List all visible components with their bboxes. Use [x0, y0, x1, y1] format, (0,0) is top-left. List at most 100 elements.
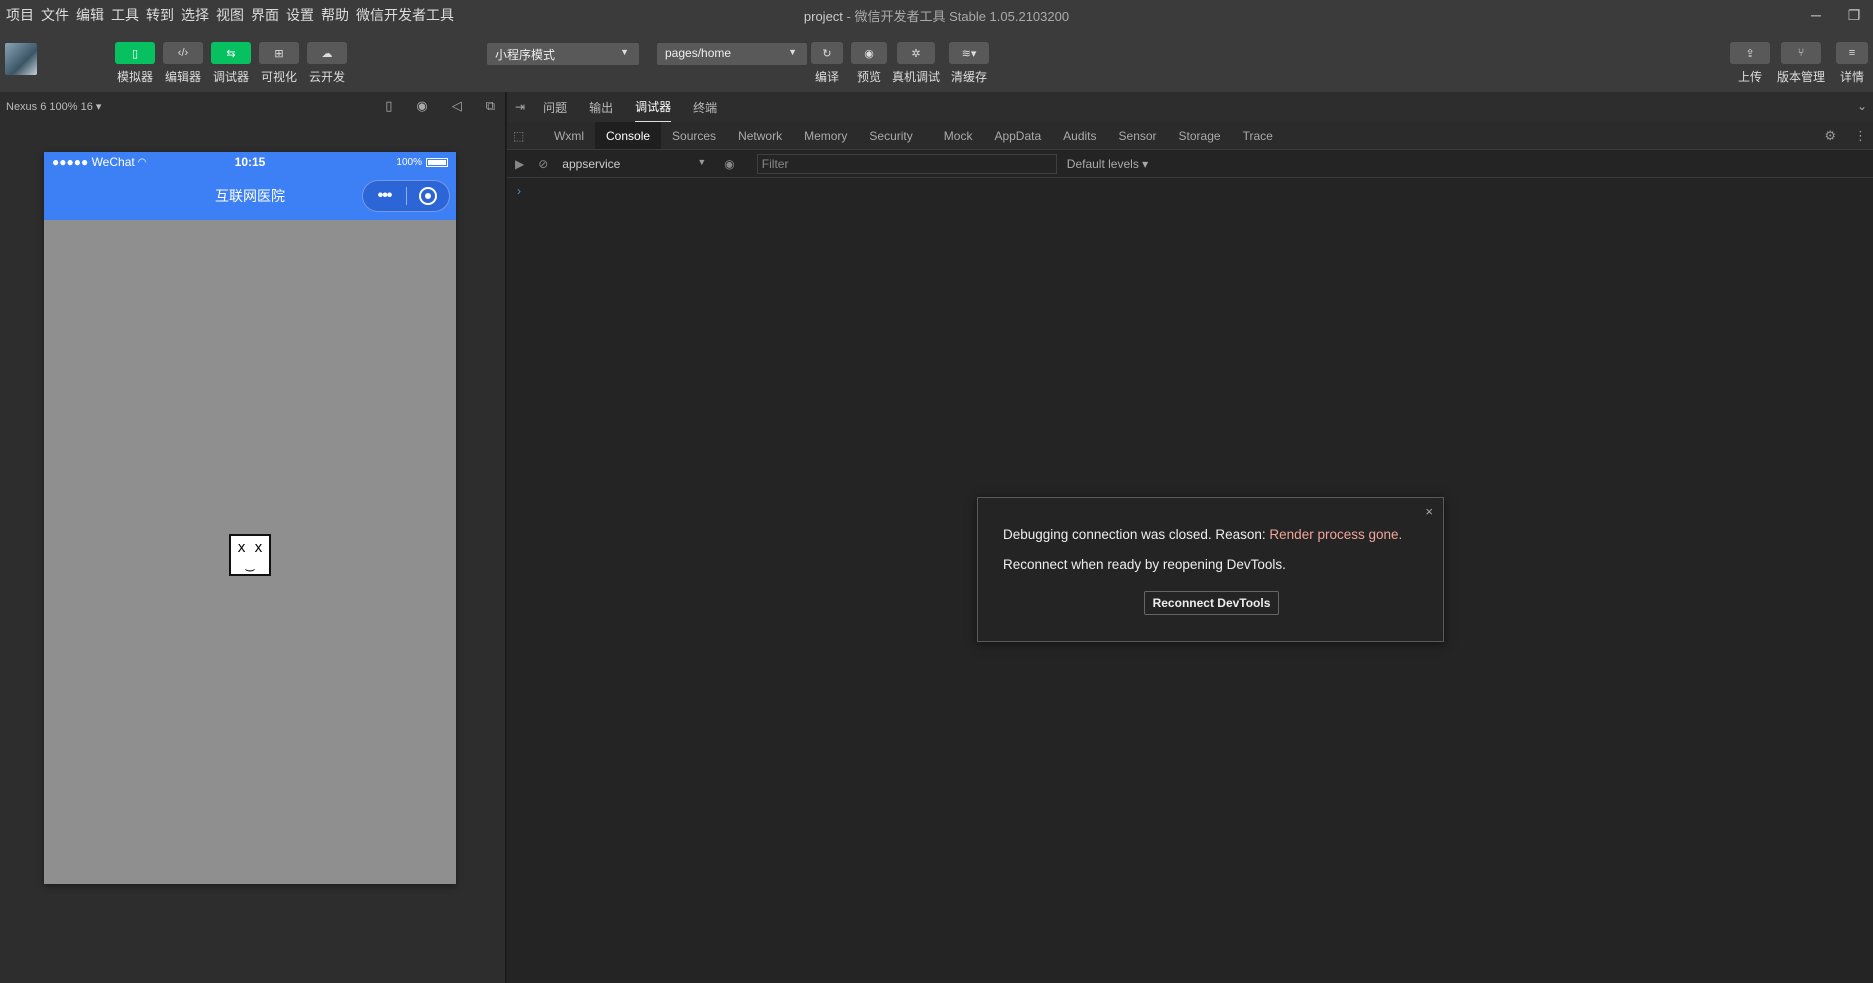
layers-icon: ≋▾	[949, 42, 989, 64]
capsule-menu: •••	[362, 180, 450, 212]
eye-icon[interactable]: ◉	[724, 157, 734, 171]
tab-debugger[interactable]: 调试器	[635, 92, 672, 123]
sidebar-toggle-icon[interactable]: ▶	[515, 157, 524, 171]
version-control-button[interactable]: ⑂ 版本管理	[1774, 42, 1828, 85]
log-levels-select[interactable]: Default levels ▾	[1067, 157, 1148, 171]
branch-icon: ⑂	[1781, 42, 1821, 64]
menu-item-wechat-devtools[interactable]: 微信开发者工具	[356, 5, 454, 25]
tab-appdata[interactable]: AppData	[983, 122, 1052, 149]
tab-security[interactable]: Security	[858, 122, 923, 149]
menu-item-goto[interactable]: 转到	[146, 5, 174, 25]
crashed-page-icon: x x ‿	[229, 534, 271, 576]
filter-input[interactable]	[756, 153, 1057, 174]
tab-memory[interactable]: Memory	[793, 122, 858, 149]
cloud-dev-button[interactable]: ☁ 云开发	[303, 42, 351, 85]
remote-debug-button[interactable]: ✲ 真机调试	[888, 42, 944, 85]
detach-window-icon[interactable]: ⧉	[486, 98, 495, 114]
menu-item-view[interactable]: 视图	[216, 5, 244, 25]
upload-button[interactable]: ⇪ 上传	[1726, 42, 1774, 85]
device-select[interactable]: Nexus 6 100% 16 ▾	[6, 100, 101, 113]
tab-terminal[interactable]: 终端	[693, 93, 717, 122]
view-toggle-group: ▯ 模拟器 ‹/› 编辑器 ⇆ 调试器 ⊞ 可视化 ☁ 云开发	[111, 42, 351, 85]
clear-cache-label: 清缓存	[950, 70, 987, 84]
right-tool-group: ⇪ 上传 ⑂ 版本管理 ≡ 详情	[1726, 42, 1873, 85]
code-icon: ‹/›	[163, 42, 203, 64]
tab-issues[interactable]: 问题	[543, 93, 567, 122]
maximize-icon[interactable]: ❐	[1843, 4, 1865, 26]
preview-button[interactable]: ◉ 预览	[850, 42, 888, 85]
phone-status-bar: ●●●●● WeChat ◠ 10:15 100%	[44, 152, 456, 172]
simulator-button[interactable]: ▯ 模拟器	[111, 42, 159, 85]
volume-icon[interactable]: ◁	[452, 98, 462, 114]
debugger-icon: ⇆	[211, 42, 251, 64]
console-toolbar: ▶ ⊘ appservice ▼ ◉ Default levels ▾	[507, 150, 1873, 178]
close-icon[interactable]: ×	[1425, 504, 1433, 519]
compile-button[interactable]: ↻ 编译	[804, 42, 850, 85]
dialog-message-line2: Reconnect when ready by reopening DevToo…	[1003, 557, 1286, 572]
tab-storage[interactable]: Storage	[1168, 122, 1232, 149]
dock-toggle-icon[interactable]: ⇥	[515, 100, 525, 114]
status-time: 10:15	[234, 155, 266, 169]
page-select[interactable]: pages/home ▼	[657, 43, 807, 65]
simulator-panel: Nexus 6 100% 16 ▾ ▯ ◉ ◁ ⧉ ●●●●● WeChat ◠…	[0, 92, 506, 983]
upload-label: 上传	[1737, 70, 1762, 84]
chevron-down-icon: ▼	[620, 47, 629, 57]
tab-console[interactable]: Console	[595, 122, 662, 149]
tab-sources[interactable]: Sources	[661, 122, 727, 149]
clear-console-icon[interactable]: ⊘	[538, 157, 548, 171]
inspect-element-icon[interactable]: ⬚	[513, 122, 543, 149]
target-icon	[418, 187, 437, 205]
console-prompt[interactable]: ›	[517, 184, 521, 198]
tab-network[interactable]: Network	[727, 122, 793, 149]
tab-wxml[interactable]: Wxml	[543, 122, 595, 149]
context-select[interactable]: appservice ▼	[562, 157, 712, 171]
devtools-right-icons: ⚙ ⋮	[1824, 128, 1867, 144]
cloud-dev-label: 云开发	[308, 70, 345, 84]
close-miniprogram-button[interactable]	[407, 187, 449, 205]
mode-select[interactable]: 小程序模式 ▼	[487, 43, 639, 65]
details-button[interactable]: ≡ 详情	[1828, 42, 1873, 85]
remote-debug-label: 真机调试	[891, 70, 940, 84]
simulator-icon: ▯	[115, 42, 155, 64]
debugger-button[interactable]: ⇆ 调试器	[207, 42, 255, 85]
phone-screen: ●●●●● WeChat ◠ 10:15 100% 互联网医院 ••• x x ‿	[44, 152, 456, 884]
tab-trace[interactable]: Trace	[1232, 122, 1284, 149]
window-title-subtitle: - 微信开发者工具 Stable 1.05.2103200	[842, 9, 1070, 24]
menu-item-select[interactable]: 选择	[181, 5, 209, 25]
avatar[interactable]	[5, 43, 37, 75]
menu-item-edit[interactable]: 编辑	[76, 5, 104, 25]
page-select-value: pages/home	[665, 46, 732, 60]
phone-icon[interactable]: ▯	[385, 98, 392, 114]
window-controls: ─ ❐	[1805, 4, 1865, 26]
toolbar: ▯ 模拟器 ‹/› 编辑器 ⇆ 调试器 ⊞ 可视化 ☁ 云开发 小程序模式 ▼ …	[0, 30, 1873, 92]
more-icon[interactable]: •••	[363, 187, 406, 205]
tab-mock[interactable]: Mock	[924, 122, 984, 149]
menu-item-file[interactable]: 文件	[41, 5, 69, 25]
menu-item-project[interactable]: 项目	[6, 5, 34, 25]
chevron-down-icon: ▼	[697, 156, 707, 167]
menu-item-settings[interactable]: 设置	[286, 5, 314, 25]
clear-cache-button[interactable]: ≋▾ 清缓存	[944, 42, 994, 85]
editor-button[interactable]: ‹/› 编辑器	[159, 42, 207, 85]
menu-item-help[interactable]: 帮助	[321, 5, 349, 25]
record-icon[interactable]: ◉	[416, 98, 427, 114]
tab-output[interactable]: 输出	[589, 93, 613, 122]
bug-icon: ✲	[897, 42, 935, 64]
upload-icon: ⇪	[1730, 42, 1770, 64]
simulator-label: 模拟器	[116, 70, 153, 84]
chevron-down-icon[interactable]: ⌄	[1857, 99, 1867, 113]
menu-items: 项目 文件 编辑 工具 转到 选择 视图 界面 设置 帮助 微信开发者工具	[0, 5, 461, 25]
dialog-message-line1: Debugging connection was closed. Reason:…	[1003, 527, 1402, 542]
chevron-down-icon: ▼	[788, 47, 797, 57]
menu-item-tools[interactable]: 工具	[111, 5, 139, 25]
window-title-project: project	[803, 9, 843, 24]
simulator-header-icons: ▯ ◉ ◁ ⧉	[385, 98, 495, 114]
tab-audits[interactable]: Audits	[1052, 122, 1107, 149]
reconnect-devtools-button[interactable]: Reconnect DevTools	[1144, 591, 1279, 615]
gear-icon[interactable]: ⚙	[1824, 128, 1836, 144]
minimize-icon[interactable]: ─	[1805, 4, 1827, 26]
visual-button[interactable]: ⊞ 可视化	[255, 42, 303, 85]
kebab-menu-icon[interactable]: ⋮	[1854, 128, 1867, 144]
tab-sensor[interactable]: Sensor	[1108, 122, 1168, 149]
menu-item-interface[interactable]: 界面	[251, 5, 279, 25]
